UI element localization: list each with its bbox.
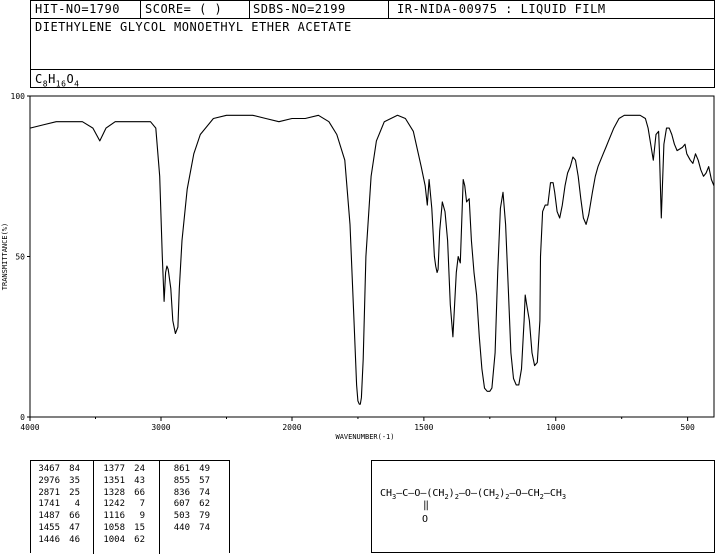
- compound-name: DIETHYLENE GLYCOL MONOETHYL ETHER ACETAT…: [35, 20, 352, 34]
- spectrum-line: [29, 114, 715, 405]
- peak-transmittance: 62: [199, 499, 210, 510]
- peak-wavenumber: 1058: [103, 523, 125, 533]
- x-tick-label: 2000: [282, 423, 301, 432]
- ir-identifier: IR-NIDA-00975 : LIQUID FILM: [397, 2, 606, 16]
- x-tick-label: 4000: [20, 423, 39, 432]
- header-bar: HIT-NO=1790 SCORE= ( ) SDBS-NO=2199 IR-N…: [30, 0, 715, 19]
- peak-transmittance: 9: [139, 511, 145, 522]
- x-tick-label: 1500: [414, 423, 433, 432]
- y-tick-label: 50: [15, 253, 25, 262]
- peak-transmittance: 57: [199, 475, 210, 486]
- peak-wavenumber: 861: [173, 464, 190, 474]
- peak-wavenumber: 1004: [103, 534, 125, 545]
- structure-fragment: —C—O—(CH: [396, 488, 445, 499]
- peak-transmittance: 4: [74, 499, 80, 510]
- peak-wavenumber: 1242: [103, 499, 125, 510]
- peak-wavenumber: 1487: [38, 511, 60, 522]
- peak-table: 3467 84 2976 35 2871 25 1741 4 1487 66 1455 47 1446 4…: [30, 460, 230, 554]
- peak-wavenumber: 1741: [38, 499, 60, 510]
- peak-transmittance: 66: [134, 487, 145, 498]
- peak-transmittance: 79: [199, 511, 210, 522]
- structure-formula: CH3—C—O—(CH2)2—O—(CH2)2—O—CH2—CH3: [380, 488, 566, 501]
- x-tick-label: 1000: [546, 423, 565, 432]
- structure-fragment: —O—(CH: [458, 488, 496, 499]
- peak-transmittance: 15: [134, 523, 145, 533]
- formula-box: C8H16O4: [30, 69, 715, 88]
- x-tick-label: 500: [680, 423, 695, 432]
- peak-column-divider: [159, 461, 160, 554]
- structure-fragment: —CH: [543, 488, 562, 499]
- ir-spectrum-chart: 4000 3000 2000 1500 1000 500 0 50 100 WAVENUMBER(…: [1, 92, 715, 441]
- peak-transmittance: 25: [69, 487, 80, 498]
- peak-transmittance: 7: [139, 499, 145, 510]
- hit-number: HIT-NO=1790: [35, 2, 120, 16]
- structure-fragment: CH: [380, 488, 393, 499]
- peak-transmittance: 47: [69, 523, 80, 533]
- peak-wavenumber: 503: [173, 511, 190, 522]
- carbonyl-oxygen: O: [422, 514, 429, 525]
- peak-wavenumber: 440: [173, 523, 190, 533]
- peak-wavenumber: 607: [173, 499, 190, 510]
- peak-transmittance: 35: [69, 475, 80, 486]
- peak-transmittance: 43: [134, 475, 145, 486]
- compound-name-box: DIETHYLENE GLYCOL MONOETHYL ETHER ACETAT…: [30, 18, 715, 70]
- x-tick-label: 3000: [151, 423, 170, 432]
- peak-column-divider: [93, 461, 94, 554]
- structure-box: CH3—C—O—(CH2)2—O—(CH2)2—O—CH2—CH3 ‖ O: [371, 460, 715, 553]
- header-divider: [388, 1, 389, 19]
- y-axis-label: TRANSMITTANCE(%): [1, 223, 9, 290]
- peak-wavenumber: 1116: [103, 511, 125, 522]
- x-axis-label: WAVENUMBER(-1): [335, 433, 394, 441]
- peak-wavenumber: 2976: [38, 475, 60, 486]
- score: SCORE= ( ): [145, 2, 223, 16]
- peak-wavenumber: 1455: [38, 523, 60, 533]
- y-tick-label: 0: [20, 413, 25, 422]
- peak-wavenumber: 1446: [38, 534, 60, 545]
- peak-transmittance: 62: [134, 534, 145, 545]
- sdbs-number: SDBS-NO=2199: [253, 2, 346, 16]
- peak-transmittance: 66: [69, 511, 80, 522]
- peak-transmittance: 49: [199, 464, 210, 474]
- plot-frame: [29, 95, 715, 418]
- structure-fragment: —O—CH: [509, 488, 540, 499]
- carbonyl-double-bond: ‖: [423, 500, 430, 511]
- structure-subscript: 3: [561, 493, 567, 501]
- peak-transmittance: 24: [134, 464, 145, 474]
- peak-wavenumber: 855: [173, 475, 190, 486]
- header-divider: [140, 1, 141, 19]
- header-divider: [249, 1, 250, 19]
- peak-wavenumber: 1377: [103, 464, 125, 474]
- molecular-formula: C8H16O4: [35, 72, 80, 89]
- peak-transmittance: 46: [69, 534, 80, 545]
- peak-wavenumber: 836: [173, 487, 190, 498]
- y-tick-label: 100: [11, 92, 26, 101]
- peak-wavenumber: 1351: [103, 475, 125, 486]
- peak-wavenumber: 1328: [103, 487, 125, 498]
- peak-transmittance: 74: [199, 523, 210, 533]
- peak-transmittance: 84: [69, 464, 80, 474]
- peak-wavenumber: 2871: [38, 487, 60, 498]
- peak-wavenumber: 3467: [38, 464, 60, 474]
- peak-transmittance: 74: [199, 487, 210, 498]
